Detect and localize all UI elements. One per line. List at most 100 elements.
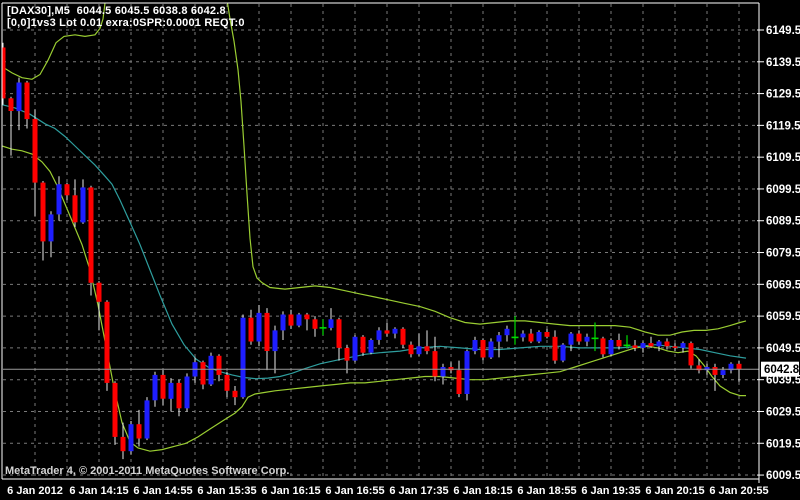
bear-candle [177, 383, 182, 408]
time-label: 6 Jan 15:35 [197, 485, 256, 497]
bull-candle [257, 313, 262, 342]
bear-candle [617, 340, 622, 346]
bear-candle [433, 351, 438, 376]
ea-status-line: [0,0]1vs3 Lot 0.01 exra:0SPR:0.0001 REQT… [7, 17, 245, 29]
bull-candle [49, 214, 54, 241]
bear-candle [265, 313, 270, 351]
price-label: 6149.5 [766, 25, 800, 37]
bear-candle [673, 346, 678, 348]
bear-candle [665, 342, 670, 347]
candles [1, 43, 742, 459]
price-label: 6079.5 [766, 248, 800, 260]
bull-candle [393, 329, 398, 334]
time-label: 6 Jan 18:55 [517, 485, 576, 497]
bull-candle [281, 315, 286, 331]
bear-candle [713, 367, 718, 375]
bull-candle [465, 351, 470, 394]
bear-candle [457, 370, 462, 394]
price-label: 6139.5 [766, 57, 800, 69]
bear-candle [649, 343, 654, 346]
candlestick-chart[interactable]: 6042.8 6149.5 6139.5 6129.5 6119.5 6109.5 6099… [0, 0, 800, 500]
time-label: 6 Jan 2012 [7, 485, 63, 497]
bull-candle [681, 343, 686, 348]
bull-candle [145, 400, 150, 438]
bull-candle [369, 340, 374, 353]
time-label: 6 Jan 19:35 [581, 485, 640, 497]
price-scale[interactable]: 6149.5 6139.5 6129.5 6119.5 6109.5 6099.5 6089… [757, 25, 800, 482]
bear-candle [225, 375, 230, 391]
time-label: 6 Jan 17:35 [389, 485, 448, 497]
time-label: 6 Jan 16:55 [325, 485, 384, 497]
bull-candle [585, 337, 590, 342]
bull-candle [705, 367, 710, 370]
bull-candle [129, 424, 134, 451]
bull-candle [657, 342, 662, 347]
bull-candle [497, 335, 502, 341]
bear-candle [137, 424, 142, 438]
bear-candle [113, 383, 118, 437]
bull-candle [209, 356, 214, 385]
bear-candle [217, 356, 222, 375]
time-label: 6 Jan 20:55 [709, 485, 768, 497]
bear-candle [737, 364, 742, 369]
bear-candle [89, 187, 94, 282]
time-label: 6 Jan 14:55 [133, 485, 192, 497]
bear-candle [633, 345, 638, 348]
bear-candle [401, 329, 406, 345]
bear-candle [529, 334, 534, 342]
price-label: 6049.5 [766, 343, 800, 355]
bollinger-upper-band [226, 0, 746, 335]
price-label: 6029.5 [766, 406, 800, 418]
price-label: 6129.5 [766, 89, 800, 101]
bull-candle [185, 377, 190, 409]
bear-candle [65, 184, 70, 195]
bull-candle [329, 319, 334, 328]
bull-candle [17, 83, 22, 112]
bull-candle [273, 330, 278, 351]
price-label: 6109.5 [766, 152, 800, 164]
bull-candle [721, 370, 726, 375]
bull-candle [417, 346, 422, 354]
bear-candle [9, 98, 14, 111]
bull-candle [537, 332, 542, 342]
bull-candle [569, 334, 574, 345]
price-label: 6119.5 [766, 120, 800, 132]
bull-candle [169, 383, 174, 399]
bear-candle [345, 348, 350, 361]
time-label: 6 Jan 16:15 [261, 485, 320, 497]
bear-candle [577, 334, 582, 342]
bull-candle [377, 330, 382, 340]
bear-candle [553, 337, 558, 361]
bull-candle [153, 375, 158, 400]
bull-candle [241, 318, 246, 398]
price-label: 6059.5 [766, 311, 800, 323]
price-label: 6039.5 [766, 375, 800, 387]
bear-candle [233, 391, 238, 397]
bear-candle [425, 346, 430, 351]
current-price-marker: 6042.8 [3, 362, 800, 377]
moving-average-line [2, 105, 746, 379]
bear-candle [33, 119, 38, 183]
time-scale[interactable]: 6 Jan 20126 Jan 14:156 Jan 14:556 Jan 15… [7, 485, 768, 497]
bear-candle [313, 319, 318, 329]
bull-candle [297, 315, 302, 326]
time-label: 6 Jan 20:15 [645, 485, 704, 497]
bear-candle [41, 183, 46, 242]
bull-candle [609, 340, 614, 354]
bear-candle [289, 315, 294, 326]
mt4-chart-window: 6042.8 6149.5 6139.5 6129.5 6119.5 6109.5 6099… [0, 0, 800, 500]
bull-candle [353, 337, 358, 361]
bear-candle [105, 302, 110, 383]
bull-candle [473, 340, 478, 351]
bull-candle [81, 187, 86, 222]
bear-candle [73, 195, 78, 222]
price-label: 6019.5 [766, 438, 800, 450]
moving-average [2, 105, 746, 379]
bull-candle [561, 345, 566, 361]
chart-symbol-ohlc-title: [DAX30],M5 6044.5 6045.5 6038.8 6042.8 [7, 5, 226, 17]
bear-candle [449, 367, 454, 370]
bear-candle [337, 319, 342, 348]
bear-candle [201, 362, 206, 384]
price-label: 6089.5 [766, 216, 800, 228]
price-label: 6099.5 [766, 184, 800, 196]
